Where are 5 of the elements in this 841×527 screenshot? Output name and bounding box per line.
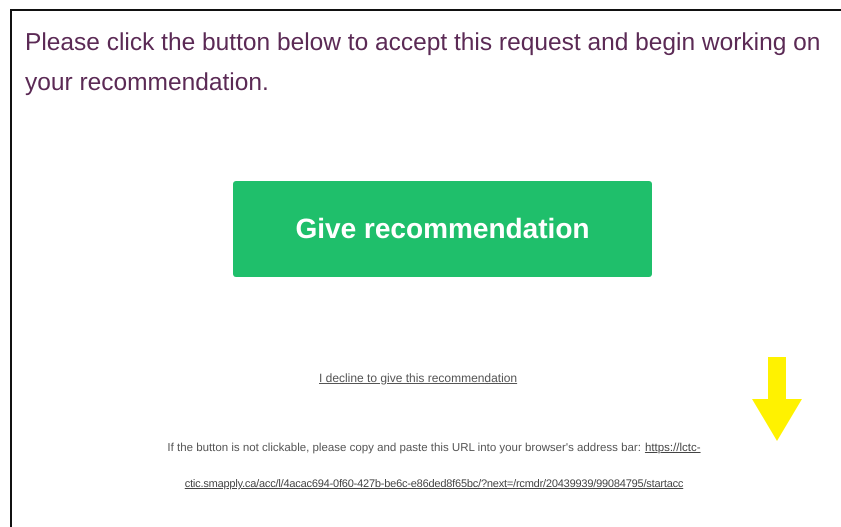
fallback-text: If the button is not clickable, please copy and paste this URL into your browser's address bar: (167, 441, 641, 455)
decline-link[interactable]: I decline to give this recommendation (319, 371, 518, 385)
url-link[interactable]: https://lctc- (644, 441, 701, 455)
url-link[interactable]: ctic.smapply.ca/acc/l/4acac694-0f60-427b-be6c-e86ded8f65bc/?next=/rcmdr/20439939/99084795/startacc (184, 477, 684, 491)
intro-text: Please click the button below to accept this request and begin working on your recommendation. (25, 28, 822, 98)
